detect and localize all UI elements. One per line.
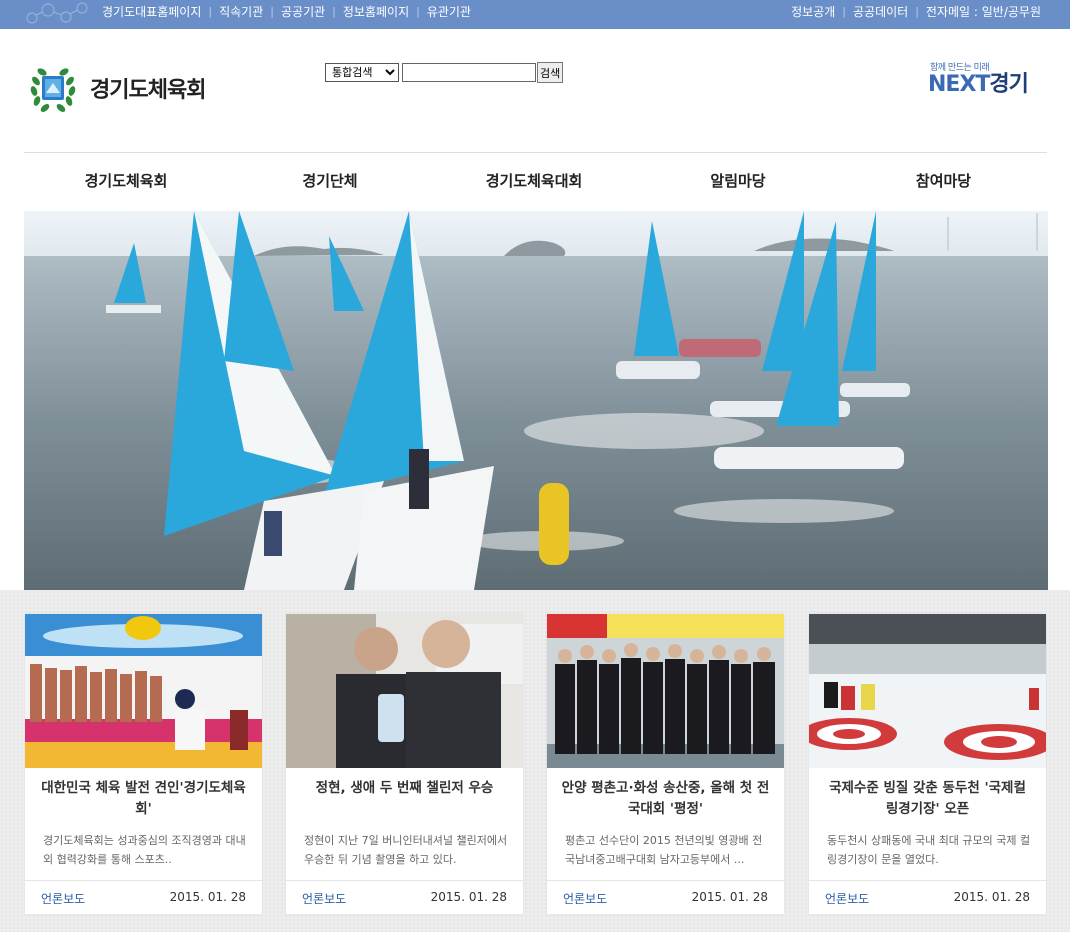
- news-title[interactable]: 대한민국 체육 발전 견인'경기도체육회': [39, 778, 248, 820]
- next-gyeonggi-logo[interactable]: 함께 만드는 미래 NEXT경기: [928, 60, 1048, 97]
- top-link-public-agencies[interactable]: 공공기관: [281, 3, 325, 20]
- next-brand-mark: NEXT경기: [928, 73, 1048, 97]
- news-card[interactable]: 국제수준 빙질 갖춘 동두천 '국제컬링경기장' 오픈 동두천시 상패동에 국내…: [809, 614, 1046, 914]
- news-title[interactable]: 안양 평촌고·화성 송산중, 올해 첫 전국대회 '평정': [561, 778, 770, 820]
- main-navigation: 경기도체육회 경기단체 경기도체육대회 알림마당 참여마당: [24, 170, 1047, 191]
- news-date: 2015. 01. 28: [691, 890, 768, 904]
- news-card[interactable]: 정현, 생애 두 번째 챌린저 우승 정현이 지난 7일 버니인터내셔널 챌린저…: [286, 614, 523, 914]
- news-footer: 언론보도 2015. 01. 28: [809, 880, 1046, 915]
- sports-council-emblem-icon: [30, 68, 76, 112]
- separator: |: [842, 4, 846, 18]
- search-button[interactable]: 검색: [537, 62, 564, 83]
- top-link-public-data[interactable]: 공공데이터: [853, 3, 908, 20]
- separator: |: [270, 4, 274, 18]
- news-footer: 언론보도 2015. 01. 28: [25, 880, 262, 915]
- news-title[interactable]: 국제수준 빙질 갖춘 동두천 '국제컬링경기장' 오픈: [823, 778, 1032, 820]
- news-thumbnail-swimming: [25, 614, 262, 768]
- hero-banner-image: [24, 211, 1048, 590]
- news-category-link[interactable]: 언론보도: [825, 890, 869, 907]
- nav-notices[interactable]: 알림마당: [636, 170, 840, 191]
- logo-text: 경기도체육회: [90, 78, 206, 103]
- news-category-link[interactable]: 언론보도: [563, 890, 607, 907]
- search-scope-select[interactable]: 통합검색: [325, 63, 399, 82]
- top-link-gyeonggi-home[interactable]: 경기도대표홈페이지: [102, 3, 201, 20]
- news-description: 경기도체육회는 성과중심의 조직경영과 대내외 협력강화를 통해 스포츠..: [43, 834, 246, 866]
- news-date: 2015. 01. 28: [953, 890, 1030, 904]
- top-link-info-disclosure[interactable]: 정보공개: [791, 3, 835, 20]
- news-footer: 언론보도 2015. 01. 28: [547, 880, 784, 915]
- news-thumbnail-volleyball-team: [547, 614, 784, 768]
- header-divider: [24, 152, 1047, 153]
- news-title[interactable]: 정현, 생애 두 번째 챌린저 우승: [300, 778, 509, 799]
- top-utility-bar: 경기도대표홈페이지 | 직속기관 | 공공기관 | 정보홈페이지 | 유관기관 …: [0, 0, 1070, 29]
- news-footer: 언론보도 2015. 01. 28: [286, 880, 523, 915]
- molecule-decoration-icon: [26, 2, 88, 24]
- top-link-related-agencies[interactable]: 유관기관: [427, 3, 471, 20]
- next-brand-text: NEXT: [928, 72, 990, 97]
- news-description: 정현이 지난 7일 버니인터내셔널 챌린저에서 우승한 뒤 기념 촬영을 하고 …: [304, 834, 508, 866]
- news-thumbnail-curling: [809, 614, 1046, 768]
- news-description: 동두천시 상패동에 국내 최대 규모의 국제 컬링경기장이 문을 열었다.: [827, 834, 1031, 866]
- nav-sports-council[interactable]: 경기도체육회: [24, 170, 228, 191]
- news-category-link[interactable]: 언론보도: [302, 890, 346, 907]
- nav-participation[interactable]: 참여마당: [840, 170, 1047, 191]
- news-date: 2015. 01. 28: [169, 890, 246, 904]
- next-brand-gyeonggi-text: 경기: [989, 72, 1028, 97]
- search-form: 통합검색 검색: [325, 62, 564, 83]
- nav-sports-festival[interactable]: 경기도체육대회: [432, 170, 636, 191]
- family-site-links: 경기도대표홈페이지 | 직속기관 | 공공기관 | 정보홈페이지 | 유관기관: [102, 0, 471, 22]
- top-link-direct-agencies[interactable]: 직속기관: [219, 3, 263, 20]
- top-link-email[interactable]: 전자메일 : 일반/공무원: [926, 3, 1041, 20]
- separator: |: [915, 4, 919, 18]
- separator: |: [416, 4, 420, 18]
- top-link-info-homepage[interactable]: 정보홈페이지: [343, 3, 409, 20]
- separator: |: [332, 4, 336, 18]
- search-input[interactable]: [402, 63, 536, 82]
- news-thumbnail-award: [286, 614, 523, 768]
- news-description: 평촌고 선수단이 2015 천년의빛 영광배 전국남녀중고배구대회 남자고등부에…: [565, 834, 763, 866]
- separator: |: [208, 4, 213, 18]
- news-card[interactable]: 대한민국 체육 발전 견인'경기도체육회' 경기도체육회는 성과중심의 조직경영…: [25, 614, 262, 914]
- news-card[interactable]: 안양 평촌고·화성 송산중, 올해 첫 전국대회 '평정' 평촌고 선수단이 2…: [547, 614, 784, 914]
- utility-links: 정보공개 | 공공데이터 | 전자메일 : 일반/공무원: [791, 0, 1041, 22]
- nav-member-organizations[interactable]: 경기단체: [228, 170, 432, 191]
- news-date: 2015. 01. 28: [430, 890, 507, 904]
- site-logo[interactable]: 경기도체육회: [26, 61, 206, 115]
- news-category-link[interactable]: 언론보도: [41, 890, 85, 907]
